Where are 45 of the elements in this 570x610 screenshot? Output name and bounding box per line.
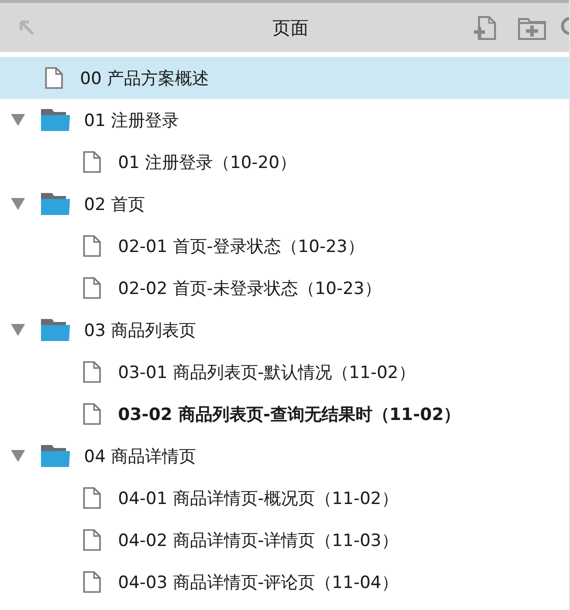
page-label: 02-02 首页-未登录状态（10-23） [118,278,382,300]
disclosure-icon[interactable] [10,113,26,127]
page-label: 04-03 商品详情页-评论页（11-04） [118,572,398,594]
folder-label: 03 商品列表页 [84,320,196,342]
tree-row[interactable]: 03-02 商品列表页-查询无结果时（11-02） [0,393,569,435]
tree-row[interactable]: 00 产品方案概述 [0,57,569,99]
tree-row[interactable]: 04-02 商品详情页-详情页（11-03） [0,519,569,561]
tree-row[interactable]: 04-01 商品详情页-概况页（11-02） [0,477,569,519]
page-icon [83,403,101,425]
tree-row[interactable]: 03 商品列表页 [0,309,569,351]
disclosure-icon[interactable] [10,449,26,463]
page-icon [83,277,101,299]
page-label: 04-01 商品详情页-概况页（11-02） [118,488,398,510]
tree-row[interactable]: 04 商品详情页 [0,435,569,477]
add-page-icon[interactable] [473,14,499,40]
folder-icon [41,109,71,131]
page-label: 01 注册登录（10-20） [118,152,296,174]
tree-row[interactable]: 02 首页 [0,183,569,225]
page-label: 04-02 商品详情页-详情页（11-03） [118,530,398,552]
page-icon [45,67,63,89]
tree-row[interactable]: 02-02 首页-未登录状态（10-23） [0,267,569,309]
page-label: 03-02 商品列表页-查询无结果时（11-02） [118,404,461,426]
page-label: 03-01 商品列表页-默认情况（11-02） [118,362,416,384]
page-icon [83,571,101,593]
folder-label: 02 首页 [84,194,146,216]
page-icon [83,361,101,383]
panel-title: 页面 [272,16,310,40]
page-label: 02-01 首页-登录状态（10-23） [118,236,364,258]
folder-icon [41,445,71,467]
tree-row[interactable]: 02-01 首页-登录状态（10-23） [0,225,569,267]
page-label: 00 产品方案概述 [80,68,210,90]
disclosure-icon[interactable] [10,197,26,211]
tree-row[interactable]: 01 注册登录 [0,99,569,141]
folder-icon [41,319,71,341]
folder-icon [41,193,71,215]
page-icon [83,151,101,173]
page-icon [83,487,101,509]
tree-row[interactable]: 03-01 商品列表页-默认情况（11-02） [0,351,569,393]
tree-row[interactable]: 04-03 商品详情页-评论页（11-04） [0,561,569,603]
page-icon [83,235,101,257]
tree-row[interactable]: 01 注册登录（10-20） [0,141,569,183]
disclosure-icon[interactable] [10,323,26,337]
page-icon [83,529,101,551]
folder-label: 04 商品详情页 [84,446,196,468]
folder-label: 01 注册登录 [84,110,180,132]
